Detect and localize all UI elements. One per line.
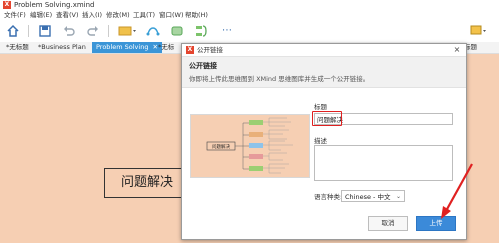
close-icon[interactable]: × <box>452 44 462 56</box>
language-label: 语言种类: <box>314 193 343 201</box>
preview-thumbnail: 问题解决 <box>206 117 293 174</box>
relationship-icon[interactable] <box>146 24 160 38</box>
description-input[interactable] <box>314 145 453 181</box>
redo-icon[interactable] <box>86 24 100 38</box>
title-label: 标题 <box>314 103 327 111</box>
dialog-heading: 公开链接 <box>189 62 217 70</box>
title-bar: X Problem Solving.xmind <box>0 0 499 10</box>
dialog-title: 公开链接 <box>197 46 223 54</box>
language-value: Chinese - 中文 <box>345 193 391 201</box>
menu-tools[interactable]: 工具(T) <box>133 10 155 20</box>
presentation-icon[interactable] <box>470 24 488 38</box>
mindmap-preview: 问题解决 <box>190 114 310 178</box>
menu-bar: 文件(F) 编辑(E) 查看(V) 插入(I) 修改(M) 工具(T) 窗口(W… <box>0 10 499 20</box>
tab-label: Problem Solving <box>96 43 149 51</box>
dialog-header: 公开链接 你即将上传此思维图到 XMind 思维图库并生成一个公开链接。 <box>182 57 466 88</box>
dialog-logo-icon: X <box>186 46 194 54</box>
description-label: 描述 <box>314 137 327 145</box>
window-title: Problem Solving.xmind <box>14 1 95 9</box>
share-link-dialog: X 公开链接 × 公开链接 你即将上传此思维图到 XMind 思维图库并生成一个… <box>181 43 467 240</box>
tab-business-plan[interactable]: *Business Plan <box>34 42 90 53</box>
menu-edit[interactable]: 编辑(E) <box>30 10 52 20</box>
chevron-down-icon: ⌄ <box>395 193 401 200</box>
menu-help[interactable]: 帮助(H) <box>185 10 208 20</box>
dialog-description: 你即将上传此思维图到 XMind 思维图库并生成一个公开链接。 <box>189 75 370 83</box>
toolbar: ⋯ <box>0 20 499 42</box>
menu-view[interactable]: 查看(V) <box>56 10 79 20</box>
central-topic[interactable]: 问题解决 <box>104 168 190 198</box>
home-icon[interactable] <box>6 24 20 38</box>
app-logo-icon: X <box>3 1 11 9</box>
language-select[interactable]: Chinese - 中文 ⌄ <box>341 190 405 202</box>
menu-modify[interactable]: 修改(M) <box>106 10 130 20</box>
menu-insert[interactable]: 插入(I) <box>82 10 102 20</box>
toolbar-separator <box>28 25 29 37</box>
cancel-button[interactable]: 取消 <box>368 216 408 231</box>
preview-center-text: 问题解决 <box>212 143 230 150</box>
menu-window[interactable]: 窗口(W) <box>159 10 184 20</box>
more-icon[interactable]: ⋯ <box>220 24 234 38</box>
undo-icon[interactable] <box>62 24 76 38</box>
boundary-icon[interactable] <box>170 24 184 38</box>
toolbar-separator <box>108 25 109 37</box>
tab-problem-solving[interactable]: Problem Solving ✕ <box>92 42 162 53</box>
menu-file[interactable]: 文件(F) <box>4 10 26 20</box>
upload-button[interactable]: 上传 <box>416 216 456 231</box>
summary-icon[interactable] <box>194 24 208 38</box>
topic-icon[interactable] <box>118 24 138 38</box>
tab-untitled[interactable]: *无标题 <box>2 42 33 53</box>
dialog-title-bar: X 公开链接 × <box>182 44 466 57</box>
save-icon[interactable] <box>38 24 52 38</box>
title-highlight-box <box>312 111 342 126</box>
tab-untitled-2[interactable]: *无标 <box>154 42 178 53</box>
